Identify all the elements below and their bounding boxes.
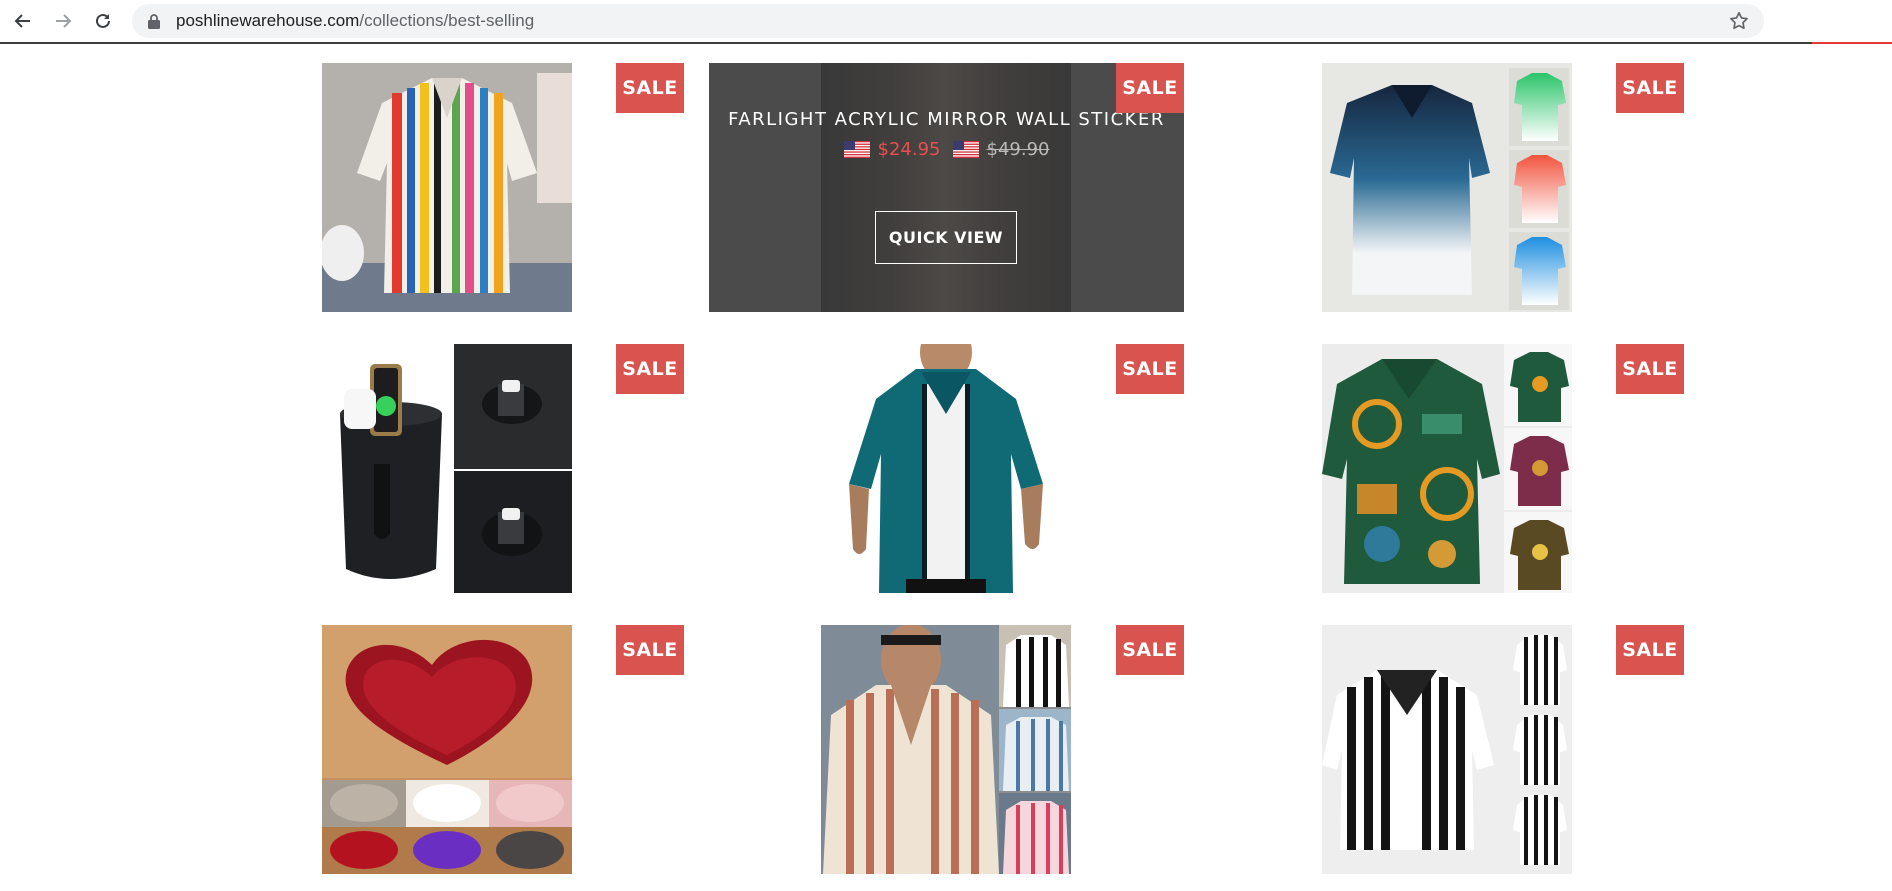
url-domain: poshlinewarehouse.com <box>176 11 360 30</box>
sale-badge: SALE <box>1116 625 1184 675</box>
product-image-multicolor-striped-shirt[interactable] <box>322 63 572 312</box>
browser-toolbar: poshlinewarehouse.com/collections/best-s… <box>0 0 1892 44</box>
sale-badge: SALE <box>616 625 684 675</box>
reload-icon <box>96 13 110 28</box>
product-image-beige-stripe-shirt[interactable] <box>821 625 1071 874</box>
address-bar[interactable]: poshlinewarehouse.com/collections/best-s… <box>132 4 1764 38</box>
sale-badge: SALE <box>1616 344 1684 394</box>
product-title[interactable]: FARLIGHT ACRYLIC MIRROR WALL STICKER <box>709 109 1184 130</box>
sale-badge: SALE <box>1616 625 1684 675</box>
product-prices: $24.95 $49.90 <box>709 139 1184 160</box>
quick-view-button[interactable]: QUICK VIEW <box>875 211 1017 264</box>
product-image-mirror-wall-sticker <box>821 63 1071 312</box>
forward-button[interactable] <box>48 6 78 36</box>
product-image-car-cup-wireless-charger[interactable] <box>322 344 572 593</box>
compare-at-price: $49.90 <box>986 139 1050 160</box>
sale-badge: SALE <box>1116 344 1184 394</box>
url-path: /collections/best-selling <box>359 11 535 30</box>
product-image-black-white-stripe-shirt[interactable] <box>1322 625 1572 874</box>
product-image-green-ethnic-print-shirt[interactable] <box>1322 344 1572 593</box>
sale-badge: SALE <box>1616 63 1684 113</box>
sale-price: $24.95 <box>877 139 941 160</box>
product-image-heart-fur-rug[interactable] <box>322 625 572 874</box>
us-flag-icon <box>843 141 870 158</box>
arrow-right-icon <box>56 14 72 28</box>
sale-badge: SALE <box>616 344 684 394</box>
sale-badge: SALE <box>1116 63 1184 113</box>
us-flag-icon <box>952 141 979 158</box>
product-image-teal-white-stripe-shirt[interactable] <box>821 344 1071 593</box>
back-button[interactable] <box>8 6 38 36</box>
arrow-left-icon <box>14 14 30 28</box>
lock-icon <box>148 14 160 29</box>
product-card-mirror-wall-sticker[interactable]: FARLIGHT ACRYLIC MIRROR WALL STICKER $24… <box>709 63 1184 312</box>
sale-badge: SALE <box>616 63 684 113</box>
reload-button[interactable] <box>88 6 118 36</box>
star-icon[interactable] <box>1728 10 1750 32</box>
page-load-indicator <box>1812 42 1892 44</box>
product-image-navy-gradient-shirt[interactable] <box>1322 63 1572 312</box>
